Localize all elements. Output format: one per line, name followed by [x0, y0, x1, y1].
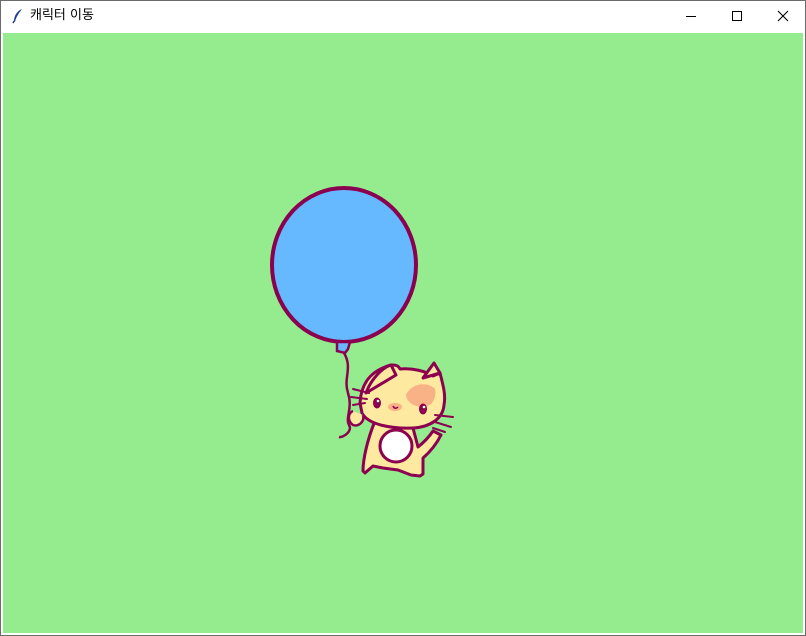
app-window: 캐릭터 이동: [0, 0, 806, 636]
close-icon: [777, 7, 789, 26]
game-canvas[interactable]: [3, 33, 803, 633]
minimize-icon: [685, 7, 697, 26]
title-bar[interactable]: 캐릭터 이동: [1, 1, 805, 32]
window-title: 캐릭터 이동: [30, 8, 94, 23]
maximize-icon: [731, 7, 743, 26]
minimize-button[interactable]: [668, 1, 714, 32]
maximize-button[interactable]: [714, 1, 760, 32]
cat-character: [347, 361, 454, 478]
close-button[interactable]: [760, 1, 806, 32]
feather-icon: [10, 8, 26, 24]
